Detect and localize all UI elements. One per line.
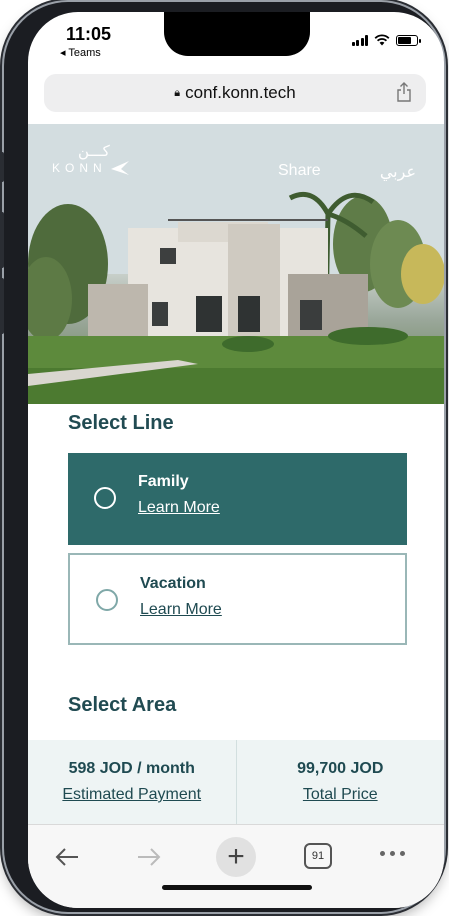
- browser-toolbar: + 91: [28, 824, 444, 908]
- learn-more-link-vacation[interactable]: Learn More: [140, 601, 222, 619]
- monthly-payment-value: 598 JOD / month: [68, 760, 195, 777]
- lock-icon: 🔒︎: [174, 86, 181, 99]
- learn-more-link-family[interactable]: Learn More: [138, 499, 220, 517]
- back-arrow-icon[interactable]: [54, 847, 80, 867]
- volume-up-button: [0, 212, 4, 268]
- logo-wordmark: KONN: [52, 161, 107, 175]
- line-option-family[interactable]: Family Learn More: [68, 453, 407, 545]
- total-price-value: 99,700 JOD: [297, 760, 384, 777]
- price-summary-bar: 598 JOD / month Estimated Payment 99,700…: [28, 740, 444, 824]
- wifi-icon: [374, 34, 390, 46]
- home-indicator: [162, 885, 312, 890]
- phone-frame: 11:05 ◂ Teams 🔒︎ conf.konn.tech كـــن KO…: [0, 2, 444, 912]
- tabs-icon[interactable]: 91: [304, 843, 332, 869]
- total-price-link[interactable]: Total Price: [303, 786, 378, 804]
- logo-chevron-icon: [110, 161, 129, 175]
- share-link[interactable]: Share: [278, 162, 321, 180]
- share-icon[interactable]: [396, 82, 412, 102]
- line-option-vacation[interactable]: Vacation Learn More: [68, 553, 407, 645]
- signal-icon: [351, 34, 368, 46]
- radio-vacation[interactable]: [96, 589, 118, 611]
- address-bar[interactable]: 🔒︎ conf.konn.tech: [44, 74, 426, 112]
- hero-image: كـــن KONN Share عربي: [28, 124, 444, 404]
- select-line-title: Select Line: [68, 412, 174, 434]
- arabic-language-link[interactable]: عربي: [380, 162, 416, 182]
- estimated-payment-block: 598 JOD / month Estimated Payment: [28, 740, 236, 824]
- battery-icon: [396, 34, 421, 46]
- notch: [164, 12, 310, 56]
- phone-screen: 11:05 ◂ Teams 🔒︎ conf.konn.tech كـــن KO…: [28, 12, 444, 908]
- status-icons: [351, 34, 421, 46]
- mute-switch: [0, 152, 4, 182]
- forward-arrow-icon[interactable]: [136, 847, 162, 867]
- select-area-title: Select Area: [68, 694, 177, 716]
- estimated-payment-link[interactable]: Estimated Payment: [62, 786, 201, 804]
- status-time: 11:05: [66, 24, 112, 44]
- option-name: Vacation: [140, 575, 206, 592]
- total-price-block: 99,700 JOD Total Price: [235, 740, 445, 824]
- new-tab-icon[interactable]: +: [216, 837, 256, 877]
- url-text: conf.konn.tech: [185, 83, 296, 102]
- volume-down-button: [0, 278, 4, 334]
- option-name: Family: [138, 473, 189, 490]
- back-to-app-link[interactable]: ◂ Teams: [60, 46, 101, 59]
- radio-family[interactable]: [94, 487, 116, 509]
- more-icon[interactable]: [380, 851, 405, 856]
- konn-logo: كـــن KONN: [52, 142, 131, 176]
